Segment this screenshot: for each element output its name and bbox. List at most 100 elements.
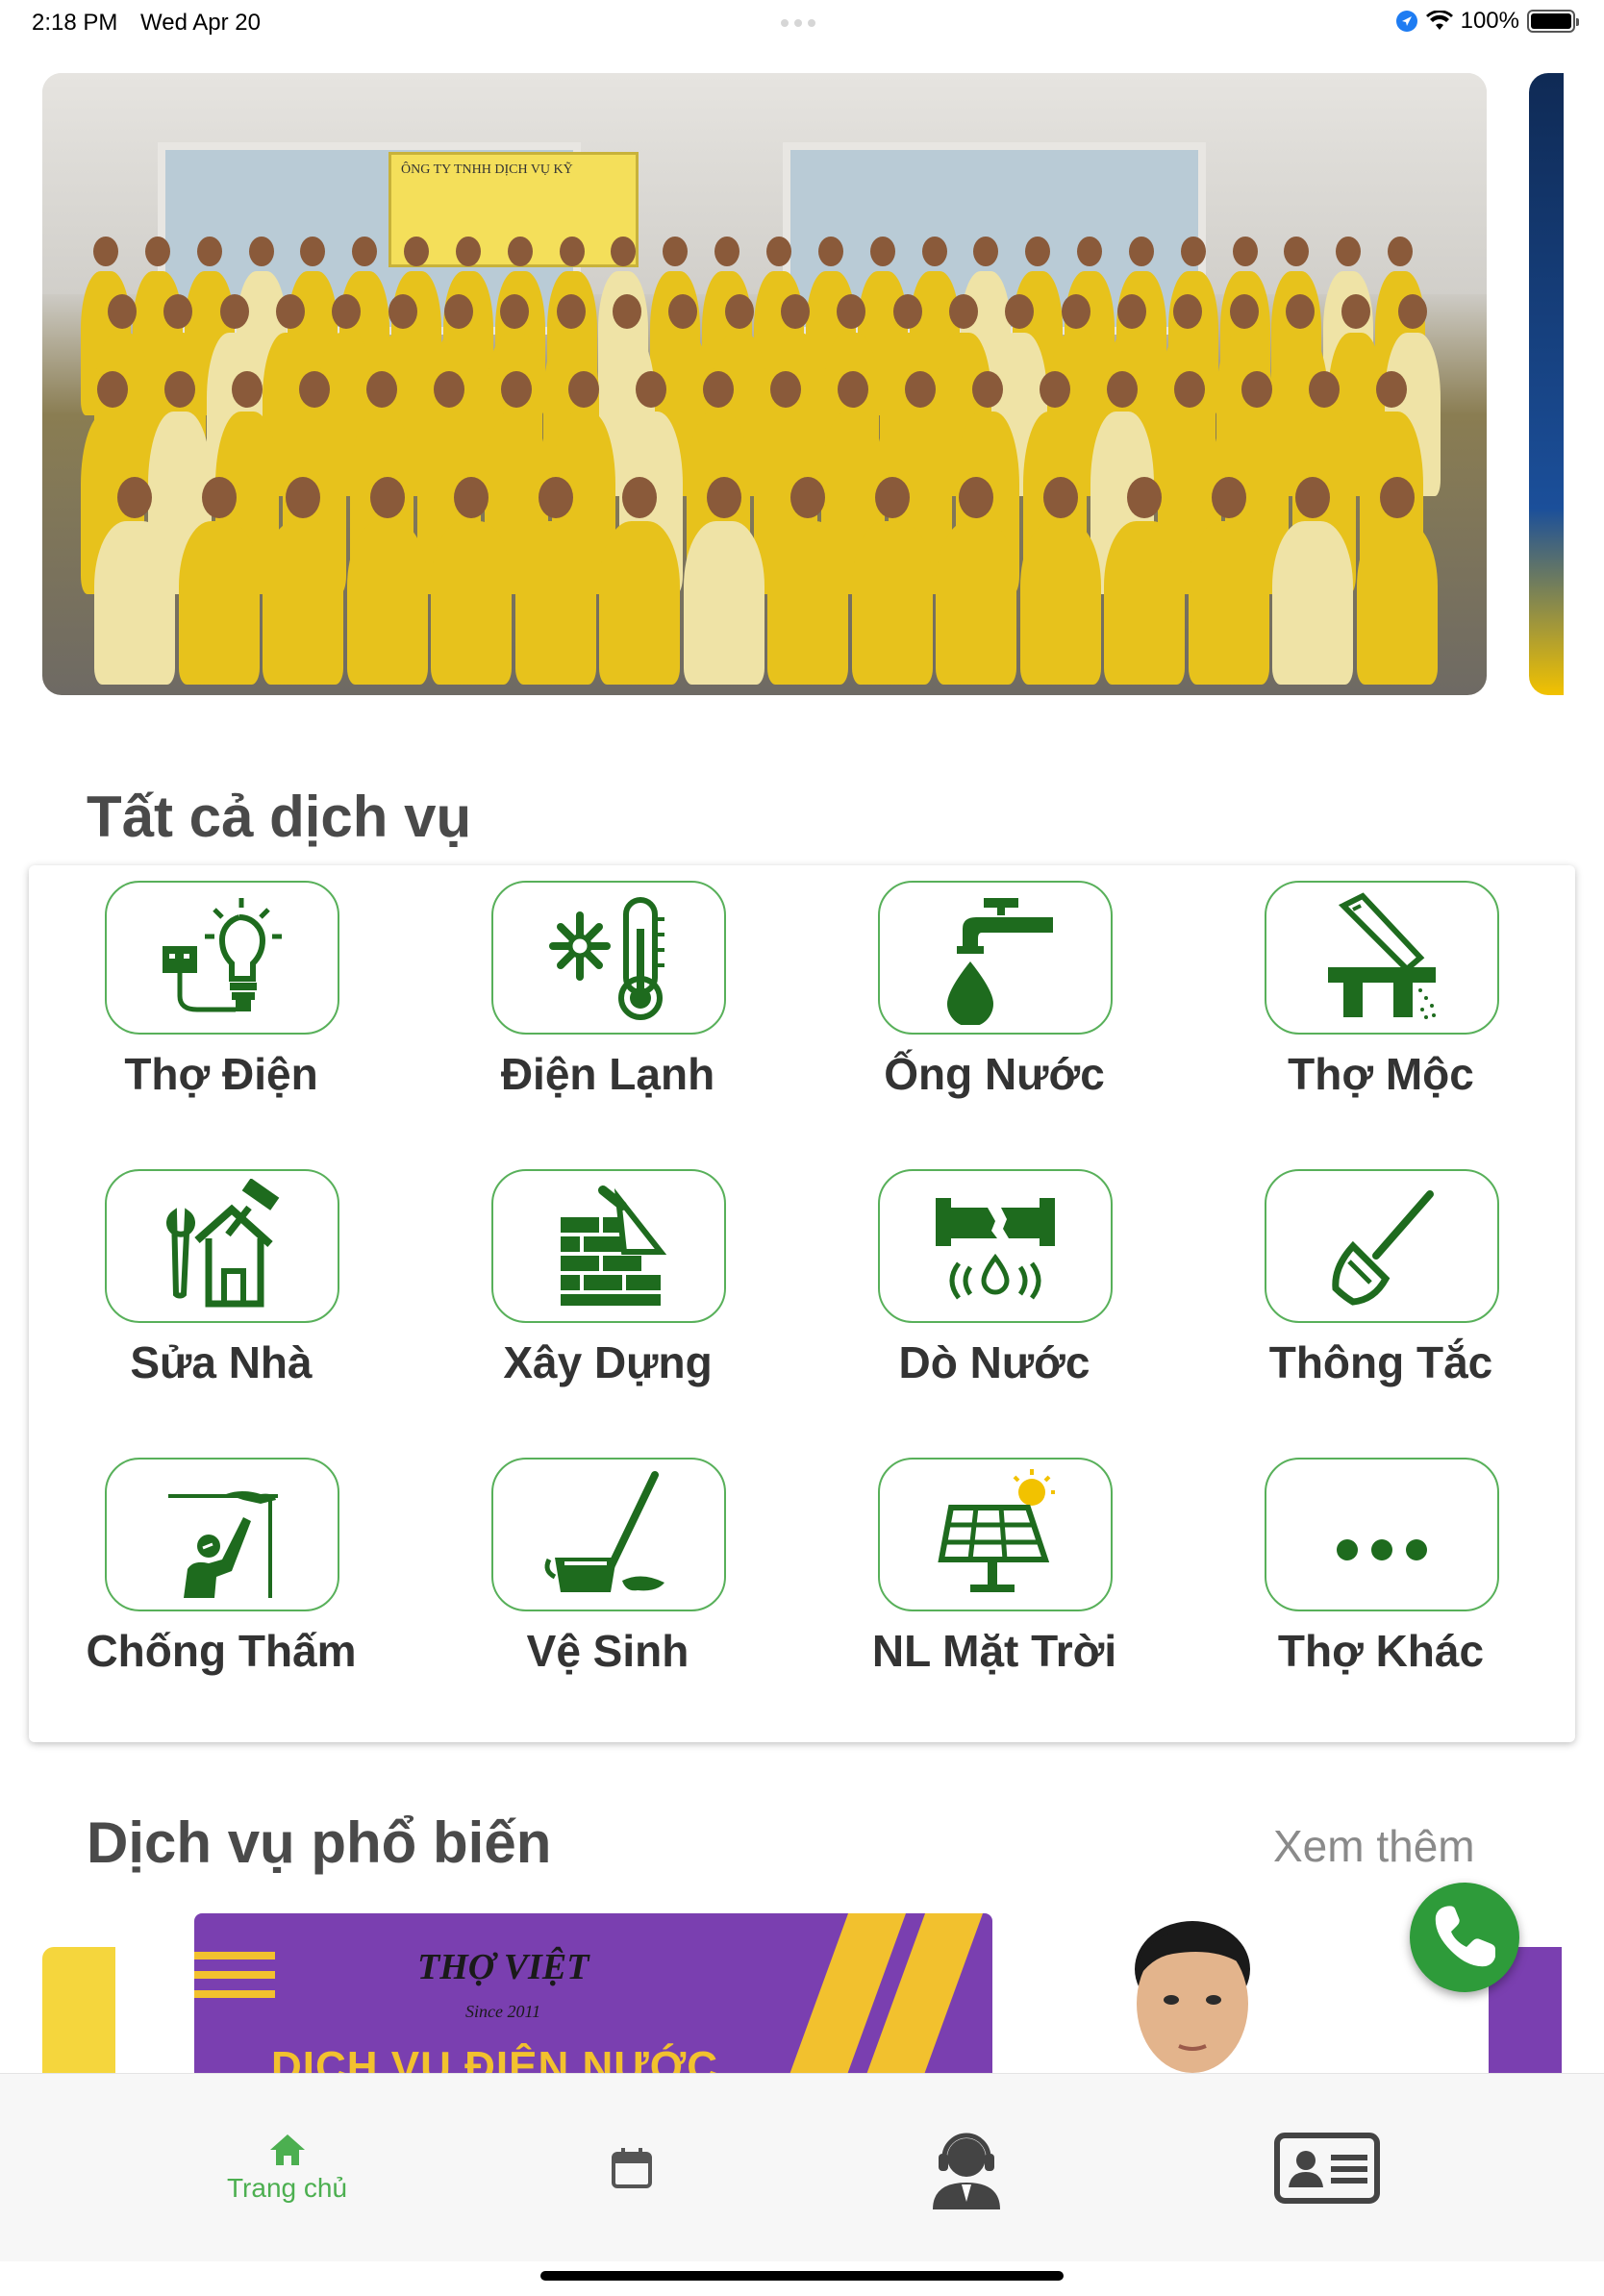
crowd-head: [117, 477, 152, 519]
crowd-head: [232, 371, 263, 409]
crowd-head: [781, 294, 810, 329]
crowd-person: [1188, 521, 1269, 685]
service-label: Dò Nước: [898, 1337, 1090, 1387]
crowd-head: [1040, 371, 1070, 409]
crowd-head: [201, 477, 237, 519]
call-button[interactable]: [1410, 1883, 1519, 1992]
support-agent-icon: [932, 2133, 1000, 2209]
crowd-person: [1272, 521, 1353, 685]
crowd-head: [1107, 371, 1138, 409]
service-xay-dung[interactable]: Xây Dựng: [415, 1154, 800, 1442]
service-tile[interactable]: [491, 881, 726, 1035]
crowd-head: [352, 237, 378, 267]
service-tile[interactable]: [491, 1458, 726, 1611]
crowd-person: [94, 521, 175, 685]
crowd-person: [767, 521, 848, 685]
see-more-link[interactable]: Xem thêm: [1273, 1820, 1475, 1872]
service-tho-moc[interactable]: Thợ Mộc: [1189, 865, 1573, 1154]
tab-profile[interactable]: [1126, 2074, 1527, 2262]
crowd-head: [369, 477, 405, 519]
plunger-icon: [1332, 1190, 1434, 1306]
services-grid: Thợ Điện Điện Lạnh Ống Nước Thợ Mộc Sửa …: [29, 865, 1575, 1742]
promo-since-text: Since 2011: [465, 2002, 541, 2021]
crowd-head: [93, 237, 118, 267]
banner-image[interactable]: ÔNG TY TNHH DỊCH VỤ KỸ: [42, 73, 1487, 695]
service-nl-mat-troi[interactable]: NL Mặt Trời: [802, 1442, 1187, 1731]
service-tho-dien[interactable]: Thợ Điện: [29, 865, 414, 1154]
service-ong-nuoc[interactable]: Ống Nước: [802, 865, 1187, 1154]
service-tile[interactable]: [1265, 1169, 1499, 1323]
crowd-head: [1284, 237, 1310, 267]
service-chong-tham[interactable]: Chống Thấm: [29, 1442, 414, 1731]
crowd-head: [714, 237, 740, 267]
crowd-head: [366, 371, 397, 409]
crowd-head: [869, 237, 895, 267]
crowd-person: [1019, 521, 1101, 685]
crowd-head: [1232, 237, 1258, 267]
service-tile[interactable]: [878, 1458, 1113, 1611]
crowd-head: [196, 237, 222, 267]
electric-plug-bulb-icon: [163, 898, 282, 1012]
crowd-head: [972, 371, 1003, 409]
service-tile[interactable]: [878, 881, 1113, 1035]
home-indicator[interactable]: [540, 2271, 1064, 2281]
crowd-head: [388, 294, 417, 329]
crowd-head: [248, 237, 274, 267]
service-tho-khac[interactable]: Thợ Khác: [1189, 1442, 1573, 1731]
service-ve-sinh[interactable]: Vệ Sinh: [415, 1442, 800, 1731]
solar-panel-icon: [938, 1469, 1055, 1592]
crowd-head: [164, 371, 195, 409]
crowd-head: [892, 294, 922, 329]
crowd-head: [1042, 477, 1078, 519]
crowd-head: [454, 477, 489, 519]
more-dots-icon: [1337, 1539, 1427, 1560]
crowd-head: [108, 294, 137, 329]
service-tile[interactable]: [105, 881, 339, 1035]
crowd-head: [1061, 294, 1090, 329]
crowd-head: [838, 371, 868, 409]
promo-card[interactable]: THỢ VIỆT Since 2011 DỊCH VỤ ĐIỆN NƯỚC: [194, 1913, 992, 2077]
service-label: Điện Lạnh: [500, 1049, 715, 1099]
crowd-head: [766, 237, 791, 267]
crowd-head: [276, 294, 305, 329]
banner-next-slide[interactable]: [1529, 73, 1564, 695]
crowd-head: [1286, 294, 1315, 329]
service-tile[interactable]: [105, 1458, 339, 1611]
crowd-head: [706, 477, 741, 519]
service-label: Thợ Mộc: [1288, 1049, 1474, 1099]
services-section-title: Tất cả dịch vụ: [87, 785, 472, 849]
crowd-head: [1397, 294, 1427, 329]
company-sign-text: ÔNG TY TNHH DỊCH VỤ KỸ: [401, 162, 573, 177]
crowd-head: [622, 477, 657, 519]
service-thong-tac[interactable]: Thông Tắc: [1189, 1154, 1573, 1442]
crowd-head: [1174, 371, 1205, 409]
popular-services-carousel[interactable]: THỢ VIỆT Since 2011 DỊCH VỤ ĐIỆN NƯỚC: [0, 1904, 1604, 2077]
service-label: Thợ Điện: [124, 1049, 318, 1099]
crowd-head: [874, 477, 910, 519]
tab-support[interactable]: [765, 2074, 1166, 2262]
crowd-head: [559, 237, 585, 267]
service-tile[interactable]: [105, 1169, 339, 1323]
crowd-head: [97, 371, 128, 409]
promo-card-previous[interactable]: [42, 1947, 115, 2077]
service-tile[interactable]: [1265, 881, 1499, 1035]
multitasking-dots-icon[interactable]: [781, 19, 815, 27]
service-label: Thợ Khác: [1277, 1626, 1485, 1676]
service-sua-nha[interactable]: Sửa Nhà: [29, 1154, 414, 1442]
crowd-head: [1128, 237, 1154, 267]
service-tile[interactable]: [878, 1169, 1113, 1323]
saw-icon: [1328, 892, 1436, 1019]
status-date: Wed Apr 20: [140, 10, 261, 36]
service-label: Chống Thấm: [86, 1626, 357, 1676]
snowflake-thermometer-icon: [549, 897, 664, 1020]
tab-home[interactable]: Trang chủ: [87, 2074, 488, 2262]
service-do-nuoc[interactable]: Dò Nước: [802, 1154, 1187, 1442]
crowd-person: [178, 521, 260, 685]
service-tile[interactable]: [1265, 1458, 1499, 1611]
service-label: Xây Dựng: [503, 1337, 713, 1387]
service-label: Ống Nước: [884, 1049, 1105, 1099]
crowd-head: [299, 371, 330, 409]
service-tile[interactable]: [491, 1169, 726, 1323]
technician-photo: [1115, 1911, 1269, 2077]
service-dien-lanh[interactable]: Điện Lạnh: [415, 865, 800, 1154]
